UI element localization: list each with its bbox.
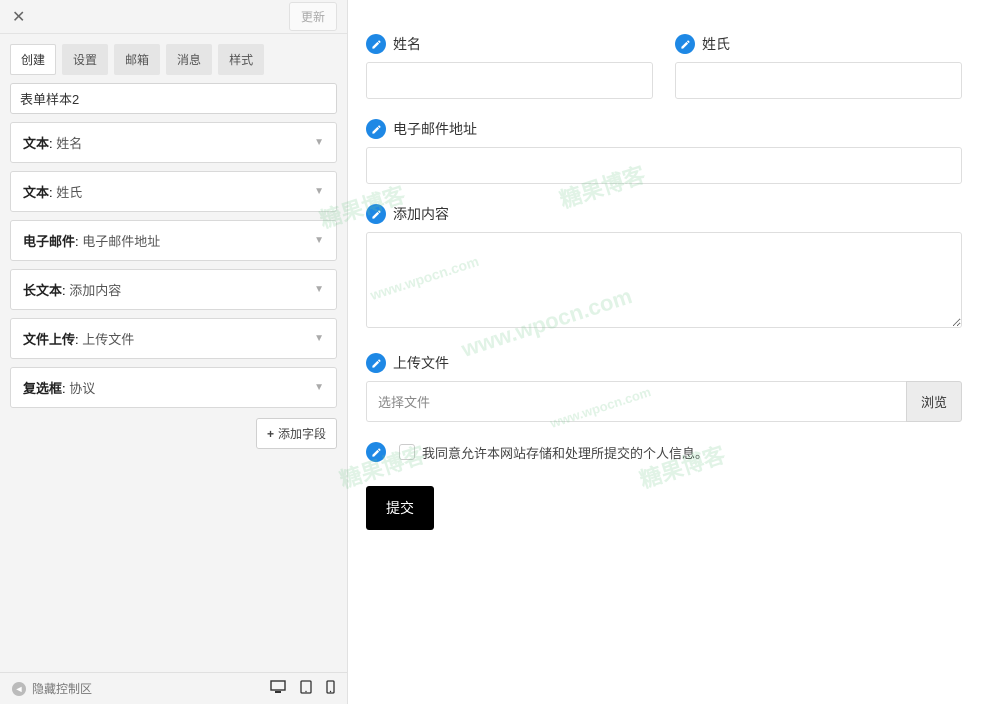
field-item-checkbox[interactable]: 复选框: 协议 ▼: [10, 367, 337, 408]
sidebar-footer: ◄ 隐藏控制区: [0, 672, 347, 704]
add-field-button[interactable]: +添加字段: [256, 418, 337, 449]
field-item-longtext[interactable]: 长文本: 添加内容 ▼: [10, 269, 337, 310]
field-list: 文本: 姓名 ▼ 文本: 姓氏 ▼ 电子邮件: 电子邮件地址 ▼ 长文本: 添加…: [0, 122, 347, 416]
field-item-firstname[interactable]: 文本: 姓名 ▼: [10, 122, 337, 163]
content-textarea[interactable]: [366, 232, 962, 328]
arrow-left-icon: ◄: [12, 682, 26, 696]
consent-label: 我同意允许本网站存储和处理所提交的个人信息。: [422, 443, 708, 462]
label-textarea: 添加内容: [366, 204, 962, 224]
edit-icon[interactable]: [675, 34, 695, 54]
email-input[interactable]: [366, 147, 962, 184]
edit-icon[interactable]: [366, 353, 386, 373]
consent-row: 我同意允许本网站存储和处理所提交的个人信息。: [366, 442, 962, 462]
edit-icon[interactable]: [366, 119, 386, 139]
form-preview: 糖果博客 糖果博客 www.wpocn.com www.wpocn.com 糖果…: [348, 0, 1000, 704]
sidebar-tabs: 创建 设置 邮箱 消息 样式: [0, 34, 347, 83]
builder-sidebar: ✕ 更新 创建 设置 邮箱 消息 样式 文本: 姓名 ▼ 文本: 姓氏 ▼ 电子…: [0, 0, 348, 704]
chevron-down-icon: ▼: [314, 235, 324, 246]
device-switcher: [270, 680, 335, 697]
hide-control-toggle[interactable]: ◄ 隐藏控制区: [12, 680, 92, 697]
label-upload: 上传文件: [366, 353, 962, 373]
field-item-fileupload[interactable]: 文件上传: 上传文件 ▼: [10, 318, 337, 359]
mobile-icon[interactable]: [326, 680, 335, 697]
consent-checkbox[interactable]: [399, 444, 415, 460]
chevron-down-icon: ▼: [314, 137, 324, 148]
edit-icon[interactable]: [366, 204, 386, 224]
edit-icon[interactable]: [366, 34, 386, 54]
label-email: 电子邮件地址: [366, 119, 962, 139]
file-field[interactable]: 选择文件: [366, 381, 906, 422]
label-lastname: 姓氏: [675, 34, 962, 54]
chevron-down-icon: ▼: [314, 382, 324, 393]
submit-button[interactable]: 提交: [366, 486, 434, 530]
tab-settings[interactable]: 设置: [62, 44, 108, 75]
firstname-input[interactable]: [366, 62, 653, 99]
chevron-down-icon: ▼: [314, 186, 324, 197]
desktop-icon[interactable]: [270, 680, 286, 697]
sidebar-header: ✕ 更新: [0, 0, 347, 34]
field-item-lastname[interactable]: 文本: 姓氏 ▼: [10, 171, 337, 212]
chevron-down-icon: ▼: [314, 284, 324, 295]
close-icon[interactable]: ✕: [12, 7, 25, 27]
form-name-input[interactable]: [10, 83, 337, 114]
tab-mail[interactable]: 邮箱: [114, 44, 160, 75]
tab-style[interactable]: 样式: [218, 44, 264, 75]
field-item-email[interactable]: 电子邮件: 电子邮件地址 ▼: [10, 220, 337, 261]
update-button[interactable]: 更新: [289, 2, 337, 31]
tab-create[interactable]: 创建: [10, 44, 56, 75]
browse-button[interactable]: 浏览: [906, 381, 962, 422]
tab-message[interactable]: 消息: [166, 44, 212, 75]
lastname-input[interactable]: [675, 62, 962, 99]
tablet-icon[interactable]: [300, 680, 312, 697]
edit-icon[interactable]: [366, 442, 386, 462]
chevron-down-icon: ▼: [314, 333, 324, 344]
plus-icon: +: [267, 427, 274, 441]
label-firstname: 姓名: [366, 34, 653, 54]
